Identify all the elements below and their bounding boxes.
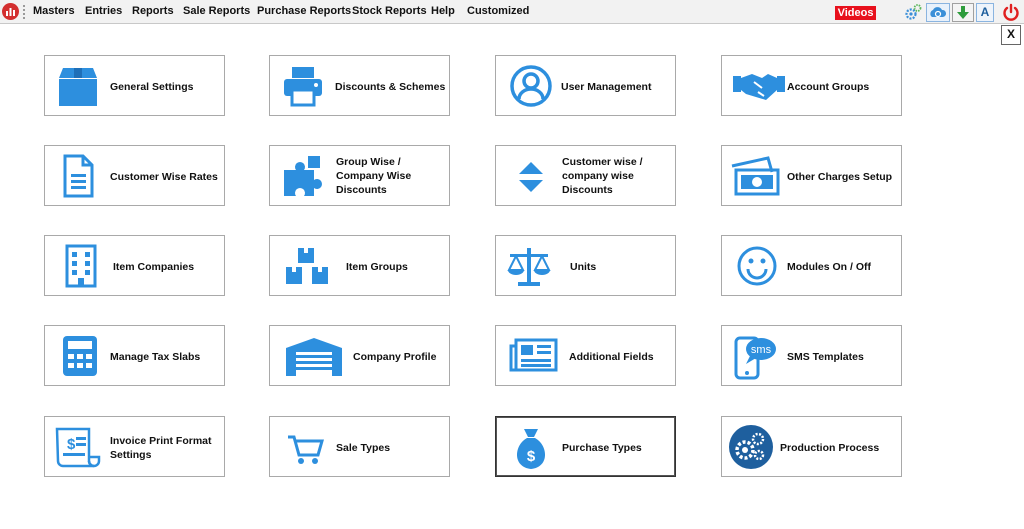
tile-label: Item Groups (346, 261, 408, 273)
download-icon[interactable] (952, 3, 974, 22)
power-icon[interactable] (1001, 3, 1021, 22)
menu-customized[interactable]: Customized (467, 5, 529, 17)
tile-label: Company Profile (353, 351, 437, 363)
tile-other-charges-setup[interactable]: Other Charges Setup (721, 145, 902, 206)
tile-label: Purchase Types (562, 442, 642, 454)
toolbar-grip (23, 5, 25, 19)
tile-label: Customer Wise Rates (110, 171, 218, 183)
tile-item-companies[interactable]: Item Companies (44, 235, 225, 296)
tile-account-groups[interactable]: Account Groups (721, 55, 902, 116)
user-circle-icon (508, 64, 554, 108)
sort-arrows-icon (508, 154, 554, 198)
handshake-icon (732, 64, 786, 108)
menu-reports[interactable]: Reports (132, 5, 174, 17)
tile-modules-on-off[interactable]: Modules On / Off (721, 235, 902, 296)
tile-label: Customer wise / company wise Discounts (562, 156, 643, 196)
menu-bar: Masters Entries Reports Sale Reports Pur… (0, 0, 1024, 24)
money-bag-icon: $ (508, 425, 554, 469)
tile-label: Production Process (780, 442, 880, 454)
tile-label: Manage Tax Slabs (110, 351, 201, 363)
tile-label: Other Charges Setup (787, 171, 893, 183)
printer-icon (280, 64, 326, 108)
calculator-icon (57, 334, 103, 378)
app-logo-icon[interactable] (2, 3, 19, 20)
tile-label: Additional Fields (569, 351, 654, 363)
tile-invoice-print-format[interactable]: $ Invoice Print Format Settings (44, 416, 225, 477)
tile-label: Account Groups (787, 81, 870, 93)
tile-label: Modules On / Off (787, 261, 871, 273)
building-icon (59, 244, 105, 288)
tile-label: Invoice Print Format Settings (110, 435, 212, 461)
tile-label: SMS Templates (787, 351, 864, 363)
invoice-icon: $ (51, 425, 101, 469)
tile-label: Discounts & Schemes (335, 81, 446, 93)
menu-sale-reports[interactable]: Sale Reports (183, 5, 250, 17)
money-icon (728, 154, 782, 198)
tile-discounts-schemes[interactable]: Discounts & Schemes (269, 55, 450, 116)
gears-icon (726, 425, 776, 469)
menu-entries[interactable]: Entries (85, 5, 122, 17)
tile-company-profile[interactable]: Company Profile (269, 325, 450, 386)
tile-label: Sale Types (336, 442, 391, 454)
document-icon (55, 154, 101, 198)
warehouse-icon (284, 334, 344, 378)
svg-text:$: $ (67, 436, 76, 453)
box-icon (55, 64, 101, 108)
tile-production-process[interactable]: Production Process (721, 416, 902, 477)
tile-label: Item Companies (113, 261, 195, 273)
tile-sale-types[interactable]: Sale Types (269, 416, 450, 477)
tile-customer-wise-discounts[interactable]: Customer wise / company wise Discounts (495, 145, 676, 206)
newspaper-icon (508, 334, 560, 378)
tile-customer-wise-rates[interactable]: Customer Wise Rates (44, 145, 225, 206)
font-size-button[interactable]: A (976, 3, 994, 22)
tile-general-settings[interactable]: General Settings (44, 55, 225, 116)
close-button[interactable]: X (1001, 25, 1021, 45)
tile-label: General Settings (110, 81, 194, 93)
sms-phone-icon: sms (732, 334, 778, 380)
tile-label: User Management (561, 81, 652, 93)
tile-units[interactable]: Units (495, 235, 676, 296)
balance-scale-icon (506, 244, 552, 288)
tile-group-wise-discounts[interactable]: Group Wise / Company Wise Discounts (269, 145, 450, 206)
cloud-sync-icon[interactable] (926, 3, 950, 22)
menu-purchase-reports[interactable]: Purchase Reports (257, 5, 351, 17)
settings-gears-icon[interactable] (904, 3, 923, 22)
sms-text: sms (751, 344, 772, 356)
menu-help[interactable]: Help (431, 5, 455, 17)
menu-masters[interactable]: Masters (33, 5, 75, 17)
tile-purchase-types[interactable]: $ Purchase Types (495, 416, 676, 477)
tile-item-groups[interactable]: Item Groups (269, 235, 450, 296)
tile-label: Units (570, 261, 597, 273)
dollar-sign-text: $ (527, 448, 536, 465)
videos-button[interactable]: Videos (835, 6, 876, 20)
tile-user-management[interactable]: User Management (495, 55, 676, 116)
tile-manage-tax-slabs[interactable]: Manage Tax Slabs (44, 325, 225, 386)
tile-label: Group Wise / Company Wise Discounts (336, 156, 412, 196)
boxes-icon (284, 244, 330, 288)
tile-sms-templates[interactable]: sms SMS Templates (721, 325, 902, 386)
smiley-icon (734, 244, 780, 288)
puzzle-icon (280, 154, 326, 198)
menu-stock-reports[interactable]: Stock Reports (352, 5, 427, 17)
cart-icon (284, 425, 330, 469)
tile-additional-fields[interactable]: Additional Fields (495, 325, 676, 386)
